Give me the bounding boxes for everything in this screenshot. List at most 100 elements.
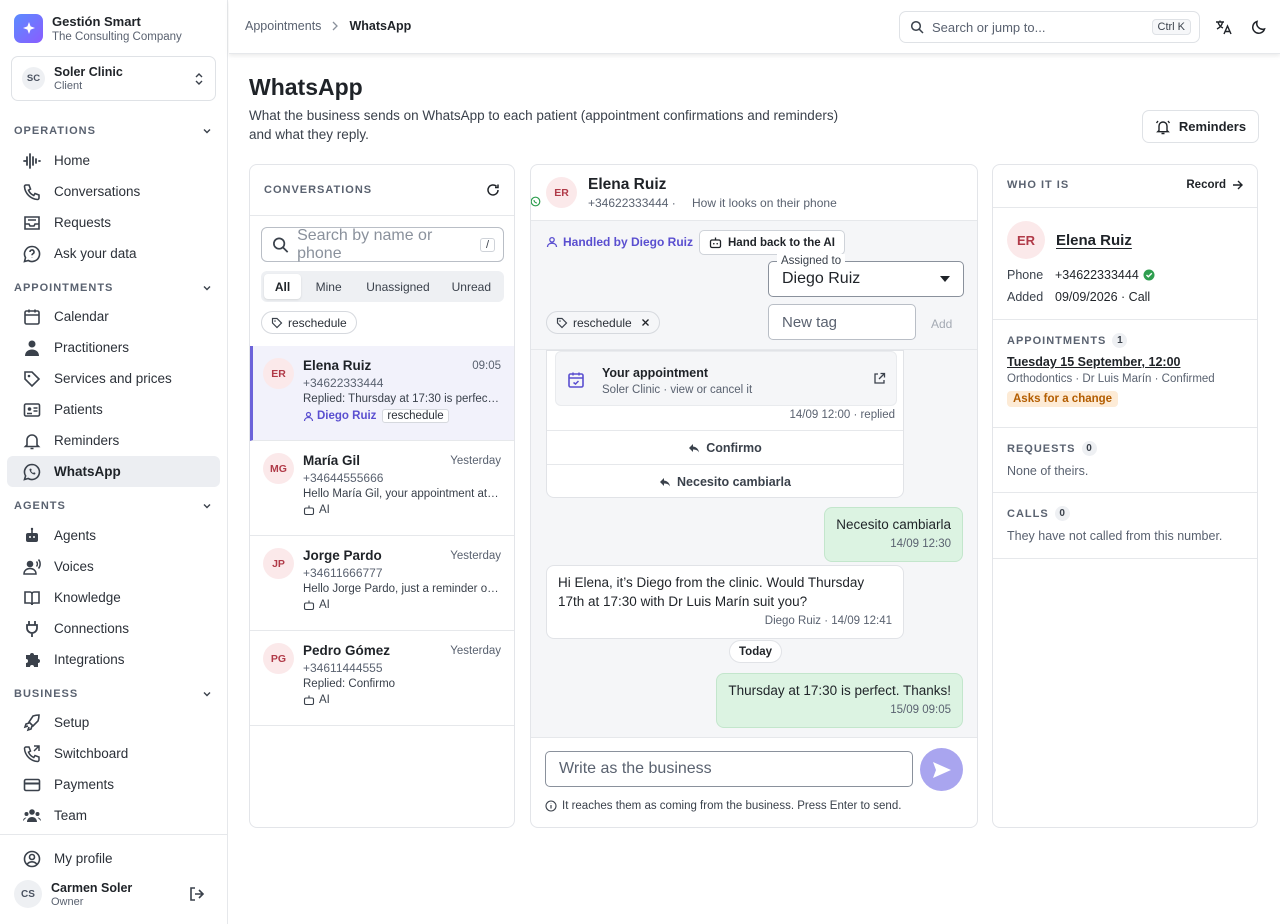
nav-my-profile[interactable]: My profile [7, 843, 220, 874]
section-business[interactable]: BUSINESS [14, 688, 212, 700]
appointment-template-message: Your appointment Soler Clinic · view or … [546, 350, 904, 498]
appointment-date-link[interactable]: Tuesday 15 September, 12:00 [1007, 355, 1243, 369]
tab-unread[interactable]: Unread [442, 274, 501, 299]
nav-voices[interactable]: Voices [7, 551, 220, 582]
conversation-time: Yesterday [450, 549, 501, 562]
conversation-preview: Hello Jorge Pardo, just a reminder of yo… [303, 583, 501, 595]
nav-ask-data-label: Ask your data [54, 246, 137, 261]
bell-icon [23, 433, 41, 449]
contact-name-link[interactable]: Elena Ruiz [1056, 232, 1132, 249]
client-selector[interactable]: SC Soler Clinic Client [11, 56, 216, 101]
nav-patients[interactable]: Patients [7, 394, 220, 425]
brand: Gestión Smart The Consulting Company [14, 14, 182, 43]
assigned-to-select[interactable]: Assigned to Diego Ruiz [768, 254, 964, 297]
nav-practitioners[interactable]: Practitioners [7, 332, 220, 363]
appointment-card-subtitle: Soler Clinic · view or cancel it [602, 384, 753, 396]
divider [531, 737, 977, 738]
translate-icon[interactable] [1215, 19, 1232, 36]
compose-input[interactable]: Write as the business [545, 751, 913, 787]
section-operations[interactable]: OPERATIONS [14, 125, 212, 137]
hand-back-label: Hand back to the AI [728, 236, 835, 249]
nav-setup[interactable]: Setup [7, 707, 220, 738]
requests-count: 0 [1081, 441, 1097, 456]
breadcrumb: Appointments WhatsApp [245, 19, 411, 33]
puzzle-icon [26, 652, 40, 667]
tab-unassigned[interactable]: Unassigned [356, 274, 439, 299]
nav-requests[interactable]: Requests [7, 207, 220, 238]
breadcrumb-parent[interactable]: Appointments [245, 19, 321, 33]
nav-knowledge[interactable]: Knowledge [7, 582, 220, 613]
conversations-panel: CONVERSATIONS Search by name or phone / … [249, 164, 515, 828]
add-tag-button[interactable]: Add [931, 317, 952, 331]
reminders-button[interactable]: Reminders [1142, 110, 1259, 143]
nav-whatsapp[interactable]: WhatsApp [7, 456, 220, 487]
nav-reminders[interactable]: Reminders [7, 425, 220, 456]
remove-tag-icon[interactable] [641, 318, 650, 327]
section-appointments[interactable]: APPOINTMENTS [14, 282, 212, 294]
conversation-handler: Diego Ruiz [303, 410, 376, 422]
conversation-item[interactable]: MG María Gil Yesterday +34644555666 Hell… [250, 441, 514, 536]
brand-name: Gestión Smart [52, 14, 141, 29]
nav-ask-data[interactable]: Ask your data [7, 238, 220, 269]
nav-home[interactable]: Home [7, 145, 220, 176]
info-icon [545, 800, 557, 812]
external-link-icon[interactable] [873, 372, 886, 385]
tab-all[interactable]: All [264, 274, 302, 299]
search-icon [910, 20, 924, 34]
calls-empty: They have not called from this number. [1007, 529, 1223, 543]
conversation-name: Elena Ruiz [303, 358, 372, 373]
global-search[interactable]: Search or jump to... Ctrl K [899, 11, 1200, 43]
appointment-card[interactable]: Your appointment Soler Clinic · view or … [555, 351, 897, 406]
conversation-filter-tabs: All Mine Unassigned Unread [261, 271, 504, 302]
compose-hint-text: It reaches them as coming from the busin… [562, 800, 902, 812]
nav-payments[interactable]: Payments [7, 769, 220, 800]
conversation-search-input[interactable]: Search by name or phone / [261, 227, 504, 262]
nav-conversations[interactable]: Conversations [7, 176, 220, 207]
filter-tag-chip[interactable]: reschedule [261, 311, 357, 334]
message-meta: 14/09 12:30 [890, 538, 951, 550]
quick-reply-necesito-cambiarla[interactable]: Necesito cambiarla [547, 464, 903, 498]
conversation-handler-label: AI [319, 694, 330, 706]
message-thread[interactable]: Your appointment Soler Clinic · view or … [531, 350, 977, 737]
nav-agents[interactable]: Agents [7, 520, 220, 551]
conversation-item[interactable]: ER Elena Ruiz 09:05 +34622333444 Replied… [250, 346, 514, 441]
nav-my-profile-label: My profile [54, 851, 113, 866]
preview-on-phone-link[interactable]: How it looks on their phone [692, 196, 837, 210]
conversation-item[interactable]: PG Pedro Gómez Yesterday +34611444555 Re… [250, 631, 514, 726]
new-tag-input[interactable]: New tag [768, 304, 916, 340]
robot-icon [303, 505, 315, 516]
nav-practitioners-label: Practitioners [54, 340, 130, 355]
tab-mine[interactable]: Mine [303, 274, 354, 299]
waveform-icon [23, 152, 41, 169]
nav-integrations[interactable]: Integrations [7, 644, 220, 675]
robot-icon [26, 527, 38, 542]
conversation-phone: +34611444555 [303, 661, 383, 675]
conversation-item[interactable]: JP Jorge Pardo Yesterday +34611666777 He… [250, 536, 514, 631]
conversation-preview: Replied: Confirmo [303, 678, 396, 690]
hand-back-to-ai-button[interactable]: Hand back to the AI [699, 230, 845, 255]
nav-team[interactable]: Team [7, 800, 220, 831]
nav-conversations-label: Conversations [54, 184, 141, 199]
nav-connections[interactable]: Connections [7, 613, 220, 644]
nav-calendar[interactable]: Calendar [7, 301, 220, 332]
reminders-button-label: Reminders [1178, 119, 1247, 134]
record-link-label: Record [1186, 179, 1226, 191]
nav-switchboard-label: Switchboard [54, 746, 129, 761]
nav-integrations-label: Integrations [54, 652, 125, 667]
quick-reply-confirmo[interactable]: Confirmo [547, 430, 903, 464]
avatar: JP [263, 548, 294, 579]
section-appointments-label: APPOINTMENTS [14, 282, 114, 294]
brand-logo-icon [14, 14, 43, 43]
record-link[interactable]: Record [1186, 179, 1243, 191]
added-label: Added [1007, 290, 1044, 304]
nav-connections-label: Connections [54, 621, 130, 636]
refresh-icon[interactable] [486, 183, 500, 197]
logout-icon[interactable] [188, 885, 206, 903]
handled-by-indicator: Handled by Diego Ruiz [546, 235, 693, 249]
nav-services[interactable]: Services and prices [7, 363, 220, 394]
chat-avatar: ER [546, 177, 577, 208]
send-button[interactable] [920, 748, 963, 791]
dark-mode-icon[interactable] [1251, 19, 1267, 35]
nav-switchboard[interactable]: Switchboard [7, 738, 220, 769]
section-agents[interactable]: AGENTS [14, 500, 212, 512]
